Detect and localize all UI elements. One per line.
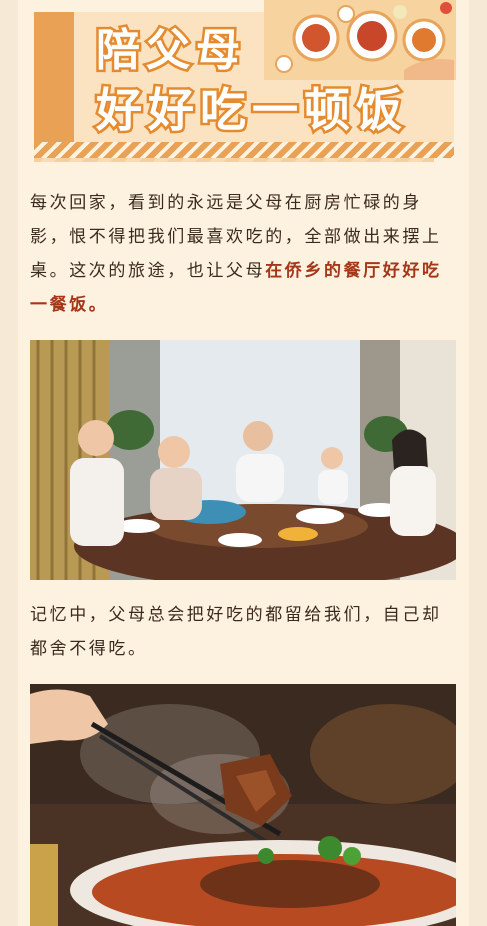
title-banner: 陪父母 好好吃一顿饭: [34, 0, 456, 162]
banner-title-line1: 陪父母: [94, 23, 246, 79]
intro-paragraph: 每次回家，看到的永远是父母在厨房忙碌的身影，恨不得把我们最喜欢吃的，全部做出来摆…: [30, 186, 455, 322]
clay-pot-photo: [30, 684, 456, 926]
article-page: 陪父母 好好吃一顿饭 每次回家，看到的永远是父母在厨房忙碌的身影，恨不得把我们最…: [18, 0, 469, 926]
banner-title-line2: 好好吃一顿饭: [94, 81, 408, 140]
food-illustration: [264, 0, 456, 80]
family-dinner-photo: [30, 340, 456, 580]
banner-bottom-stripe: [34, 142, 454, 158]
memory-paragraph: 记忆中，父母总会把好吃的都留给我们，自己却都舍不得吃。: [30, 605, 442, 659]
banner-left-bar: [34, 12, 74, 154]
